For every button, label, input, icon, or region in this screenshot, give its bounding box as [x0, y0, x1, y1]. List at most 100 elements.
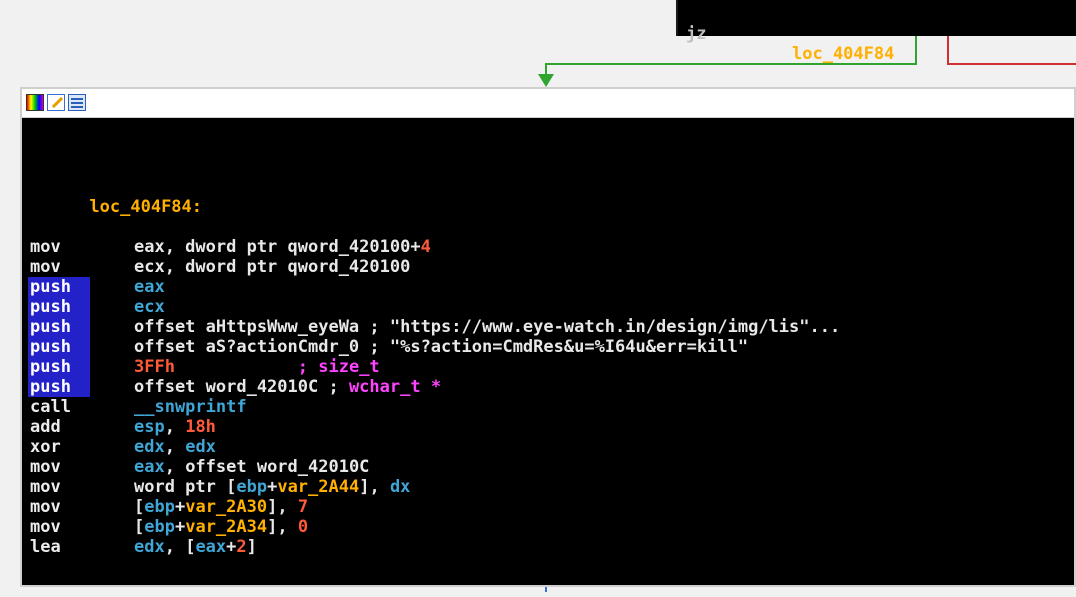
- operand-token: offset aS?actionCmdr_0 ; "%s?action=CmdR…: [134, 337, 749, 357]
- instruction-row[interactable]: push eax: [28, 277, 1074, 297]
- instruction-mnemonic[interactable]: lea: [28, 537, 90, 557]
- operand-token: ebp: [236, 477, 268, 497]
- operand-token: ebp: [144, 497, 175, 517]
- instruction-row[interactable]: push offset aS?actionCmdr_0 ; "%s?action=…: [28, 337, 1074, 357]
- operand-token: 2: [236, 537, 247, 557]
- edit-icon[interactable]: [47, 94, 65, 111]
- instruction-operands[interactable]: offset word_42010C ; wchar_t *: [134, 377, 441, 397]
- block-label-row: loc_404F84:: [28, 177, 1074, 217]
- instruction-operands[interactable]: ecx: [134, 297, 165, 317]
- operand-token: 4: [420, 237, 431, 257]
- operand-token: ecx: [134, 297, 165, 317]
- operand-token: var_2A44: [277, 477, 360, 497]
- instruction-mnemonic[interactable]: push: [28, 357, 90, 377]
- instruction-row[interactable]: mov eax, offset word_42010C: [28, 457, 1074, 477]
- operand-token: edx: [134, 537, 165, 557]
- operand-token: , offset word_42010C: [164, 457, 370, 477]
- operand-token: offset aHttpsWww_eyeWa ; "https://www.ey…: [134, 317, 841, 337]
- instruction-operands[interactable]: edx, [eax+2]: [134, 537, 257, 557]
- instruction-mnemonic[interactable]: push: [28, 377, 90, 397]
- code-block-window[interactable]: loc_404F84: mov eax, dword ptr qword_4201…: [20, 87, 1076, 587]
- operand-token: +: [267, 477, 278, 497]
- instruction-operands[interactable]: 3FFh ; size_t: [134, 357, 380, 377]
- operand-token: +: [226, 537, 237, 557]
- instruction-mnemonic[interactable]: add: [28, 417, 90, 437]
- instruction-row[interactable]: push offset aHttpsWww_eyeWa ; "https://ww…: [28, 317, 1074, 337]
- instruction-operands[interactable]: edx, edx: [134, 437, 216, 457]
- operand-token: __snwprintf: [134, 397, 247, 417]
- instruction-operands[interactable]: eax, dword ptr qword_420100+4: [134, 237, 431, 257]
- operand-token: [: [134, 517, 145, 537]
- block-titlebar[interactable]: [22, 89, 1074, 118]
- instruction-mnemonic[interactable]: push: [28, 277, 90, 297]
- instruction-operands[interactable]: esp, 18h: [134, 417, 216, 437]
- branch-block[interactable]: jz loc_404F84: [676, 0, 1076, 64]
- instruction-mnemonic[interactable]: xor: [28, 437, 90, 457]
- instruction-row[interactable]: call __snwprintf: [28, 397, 1074, 417]
- operand-token: ; size_t: [297, 357, 380, 377]
- graph-view-icon[interactable]: [68, 94, 86, 111]
- block-label[interactable]: loc_404F84:: [89, 197, 202, 217]
- operand-token: [: [134, 497, 145, 517]
- instruction-operands[interactable]: offset aS?actionCmdr_0 ; "%s?action=CmdR…: [134, 337, 748, 357]
- operand-token: ]: [246, 537, 257, 557]
- operand-token: ,: [164, 437, 186, 457]
- operand-token: edx: [185, 437, 216, 457]
- operand-token: , [: [164, 537, 196, 557]
- operand-token: var_2A30: [185, 497, 268, 517]
- disassembly-listing: loc_404F84: mov eax, dword ptr qword_4201…: [28, 137, 1074, 597]
- instruction-operands[interactable]: eax: [134, 277, 165, 297]
- operand-token: ],: [267, 517, 298, 537]
- instruction-row[interactable]: xor edx, edx: [28, 437, 1074, 457]
- instruction-mnemonic[interactable]: push: [28, 317, 90, 337]
- instruction-row[interactable]: mov [ebp+var_2A30], 7: [28, 497, 1074, 517]
- operand-token: 0: [297, 517, 309, 537]
- instruction-row[interactable]: push 3FFh ; size_t: [28, 357, 1074, 377]
- instruction-mnemonic[interactable]: mov: [28, 457, 90, 477]
- instruction-mnemonic[interactable]: mov: [28, 257, 90, 277]
- operand-token: eax: [134, 277, 165, 297]
- operand-token: ecx, dword ptr qword_420100: [134, 257, 411, 277]
- operand-token: wchar_t *: [348, 377, 442, 397]
- instruction-mnemonic[interactable]: mov: [28, 237, 90, 257]
- operand-token: edx: [134, 437, 165, 457]
- operand-token: eax, dword ptr qword_420100+: [134, 237, 421, 257]
- operand-token: dx: [389, 477, 411, 497]
- operand-token: ],: [267, 497, 298, 517]
- branch-mnemonic: jz: [686, 24, 707, 44]
- instruction-row[interactable]: mov word ptr [ebp+var_2A44], dx: [28, 477, 1074, 497]
- operand-token: ,: [164, 417, 186, 437]
- instruction-row[interactable]: push offset word_42010C ; wchar_t *: [28, 377, 1074, 397]
- operand-token: +: [174, 497, 186, 517]
- instruction-row[interactable]: push ecx: [28, 297, 1074, 317]
- instruction-operands[interactable]: offset aHttpsWww_eyeWa ; "https://www.ey…: [134, 317, 840, 337]
- true-branch-arrow-icon: [538, 74, 554, 87]
- branch-target-label[interactable]: loc_404F84: [792, 44, 894, 64]
- operand-token: 18h: [185, 417, 216, 437]
- operand-token: ebp: [144, 517, 175, 537]
- instruction-mnemonic[interactable]: mov: [28, 517, 90, 537]
- instruction-operands[interactable]: ecx, dword ptr qword_420100: [134, 257, 410, 277]
- instruction-mnemonic[interactable]: call: [28, 397, 90, 417]
- color-palette-icon[interactable]: [26, 94, 44, 111]
- instruction-row[interactable]: lea edx, [eax+2]: [28, 537, 1074, 557]
- instruction-mnemonic[interactable]: mov: [28, 477, 90, 497]
- instruction-row[interactable]: mov [ebp+var_2A34], 0: [28, 517, 1074, 537]
- instruction-operands[interactable]: word ptr [ebp+var_2A44], dx: [134, 477, 410, 497]
- instruction-operands[interactable]: __snwprintf: [134, 397, 247, 417]
- instruction-operands[interactable]: eax, offset word_42010C: [134, 457, 369, 477]
- instruction-row[interactable]: mov eax, dword ptr qword_420100+4: [28, 237, 1074, 257]
- instruction-mnemonic[interactable]: mov: [28, 497, 90, 517]
- instruction-mnemonic[interactable]: push: [28, 297, 90, 317]
- operand-token: +: [174, 517, 186, 537]
- operand-token: eax: [134, 457, 165, 477]
- operand-token: eax: [195, 537, 227, 557]
- operand-token: 3FFh: [134, 357, 175, 377]
- instruction-row[interactable]: mov ecx, dword ptr qword_420100: [28, 257, 1074, 277]
- instruction-mnemonic[interactable]: push: [28, 337, 90, 357]
- instruction-operands[interactable]: [ebp+var_2A34], 0: [134, 517, 308, 537]
- operand-token: esp: [134, 417, 165, 437]
- instruction-row[interactable]: add esp, 18h: [28, 417, 1074, 437]
- operand-token: ],: [359, 477, 390, 497]
- instruction-operands[interactable]: [ebp+var_2A30], 7: [134, 497, 308, 517]
